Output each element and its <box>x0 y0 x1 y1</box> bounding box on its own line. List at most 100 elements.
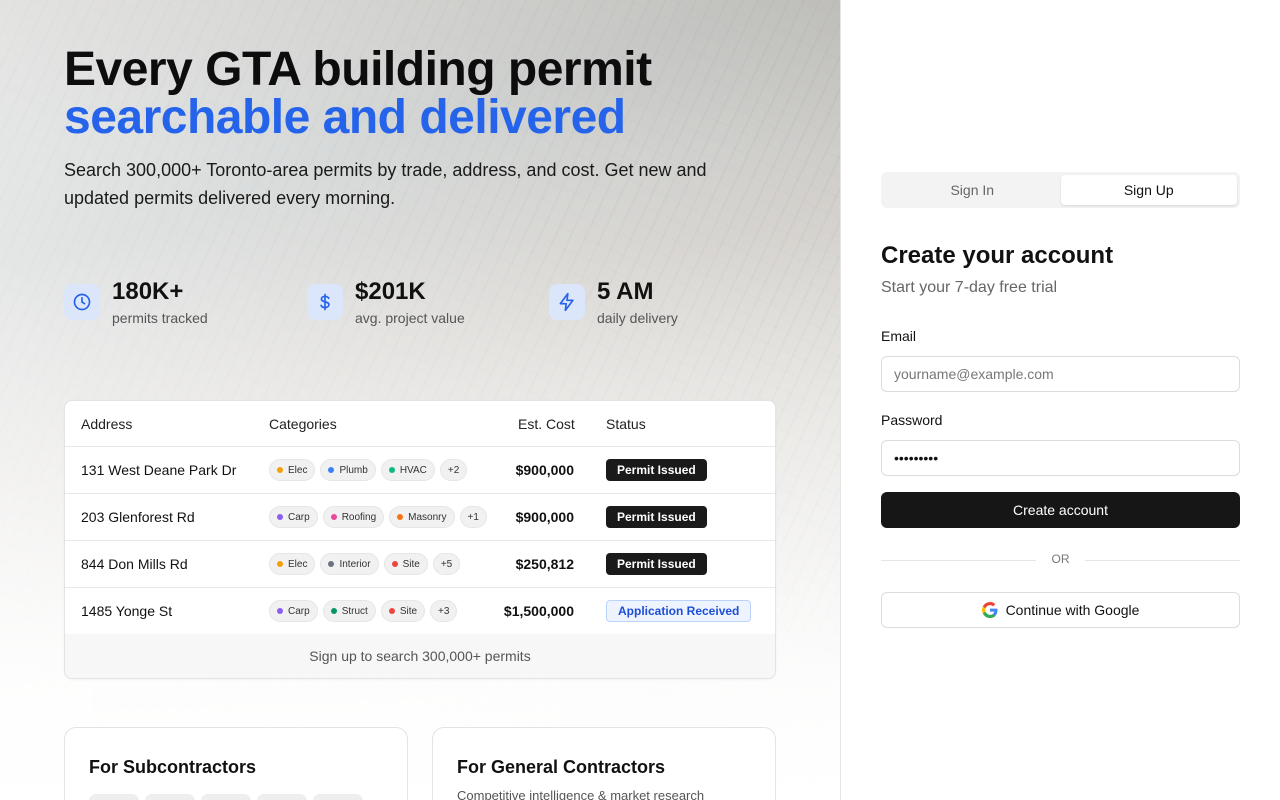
category-dot <box>277 514 283 520</box>
password-field[interactable] <box>881 440 1240 476</box>
category-label: HVAC <box>399 464 427 476</box>
stat-label: permits tracked <box>112 310 208 326</box>
category-dot <box>330 608 337 614</box>
google-icon <box>981 602 998 618</box>
tab-sign-in[interactable]: Sign In <box>884 175 1061 205</box>
hero-panel: Every GTA building permit searchable and… <box>0 0 840 800</box>
or-label: OR <box>1051 552 1070 566</box>
email-label: Email <box>881 328 917 344</box>
more-categories-chip: +2 <box>439 459 468 481</box>
category-label: Site <box>402 558 420 570</box>
password-label: Password <box>881 412 943 428</box>
category-dot <box>328 467 335 473</box>
feature-pills <box>89 794 363 800</box>
row-address: 844 Don Mills Rd <box>81 556 188 572</box>
auth-panel: Sign In Sign Up Create your account Star… <box>841 0 1280 800</box>
hero-subtitle: Search 300,000+ Toronto-area permits by … <box>64 160 707 208</box>
table-header: Address Categories Est. Cost Status <box>65 401 775 447</box>
auth-tabs: Sign In Sign Up <box>881 172 1240 208</box>
more-categories-chip: +1 <box>459 506 487 528</box>
category-chip: Plumb <box>320 459 376 481</box>
category-dot <box>277 467 283 473</box>
category-chip: Carp <box>269 600 318 622</box>
feature-title: For Subcontractors <box>89 757 257 777</box>
status-badge: Application Received <box>606 600 752 622</box>
stat-label: avg. project value <box>355 310 465 326</box>
row-cost: $900,000 <box>515 509 574 525</box>
category-dot <box>277 608 283 614</box>
dollar-icon <box>307 284 343 320</box>
category-dot <box>328 561 335 567</box>
category-chip: Roofing <box>322 506 385 528</box>
table-row[interactable]: 844 Don Mills Rd Elec Interior Site +5 $250,8… <box>65 541 775 588</box>
category-label: Elec <box>288 558 308 570</box>
status-badge: Permit Issued <box>606 553 707 575</box>
feature-description: Competitive intelligence & market resear… <box>457 788 705 800</box>
row-address: 203 Glenforest Rd <box>81 509 195 525</box>
google-button-label: Continue with Google <box>1005 602 1140 618</box>
category-label: Site <box>399 605 418 617</box>
category-label: Roofing <box>341 511 377 523</box>
col-status: Status <box>606 416 646 432</box>
row-categories: Carp Roofing Masonry +1 <box>269 506 487 528</box>
email-field[interactable] <box>881 356 1240 392</box>
category-label: Carp <box>288 511 310 523</box>
category-label: Plumb <box>339 464 368 476</box>
category-chip: Site <box>380 600 426 622</box>
create-account-button[interactable]: Create account <box>881 492 1240 528</box>
category-chip: Masonry <box>389 506 455 528</box>
category-label: Carp <box>288 605 310 617</box>
col-cost: Est. Cost <box>518 416 575 432</box>
col-address: Address <box>81 416 133 432</box>
feature-title: For General Contractors <box>457 757 666 777</box>
stat-label: daily delivery <box>597 310 678 326</box>
category-dot <box>388 467 395 473</box>
category-dot <box>397 514 404 520</box>
category-chip: Elec <box>269 459 316 481</box>
stat-value: $201K <box>355 278 426 305</box>
category-chip: Carp <box>269 506 318 528</box>
category-dot <box>330 514 337 520</box>
row-categories: Elec Plumb HVAC +2 <box>269 459 468 481</box>
status-badge: Permit Issued <box>606 506 707 528</box>
category-label: Masonry <box>408 511 447 523</box>
google-signin-button[interactable]: Continue with Google <box>881 592 1240 628</box>
or-divider: OR <box>881 552 1240 568</box>
category-chip: Struct <box>322 600 376 622</box>
row-cost: $900,000 <box>515 462 574 478</box>
feature-card-general-contractors: For General Contractors Competitive inte… <box>432 727 776 800</box>
auth-title: Create your account <box>881 242 1114 269</box>
row-cost: $250,812 <box>515 556 574 572</box>
table-row[interactable]: 1485 Yonge St Carp Struct Site +3 $1,500,000 A… <box>65 588 775 635</box>
category-dot <box>277 561 283 567</box>
category-label: Interior <box>339 558 371 570</box>
category-chip: Elec <box>269 553 316 575</box>
col-categories: Categories <box>269 416 337 432</box>
table-row[interactable]: 203 Glenforest Rd Carp Roofing Masonry +1 $90… <box>65 494 775 541</box>
hero-title-line1: Every GTA building permit <box>64 43 652 96</box>
category-label: Elec <box>288 464 308 476</box>
more-categories-chip: +3 <box>430 600 458 622</box>
row-address: 131 West Deane Park Dr <box>81 462 237 478</box>
stat-value: 180K+ <box>112 278 184 305</box>
clock-icon <box>64 284 100 320</box>
permits-table: Address Categories Est. Cost Status 131 … <box>64 400 776 679</box>
lightning-icon <box>549 284 585 320</box>
row-address: 1485 Yonge St <box>81 603 173 619</box>
more-categories-chip: +5 <box>432 553 461 575</box>
tab-sign-up[interactable]: Sign Up <box>1060 175 1237 205</box>
table-footer-cta[interactable]: Sign up to search 300,000+ permits <box>65 634 775 678</box>
stat-value: 5 AM <box>597 278 654 305</box>
hero-title: Every GTA building permit searchable and… <box>64 46 652 142</box>
stats-row: 180K+ permits tracked $201K avg. project… <box>64 278 784 334</box>
row-cost: $1,500,000 <box>503 603 574 619</box>
hero-title-line2: searchable and delivered <box>64 91 626 144</box>
category-chip: Interior <box>320 553 379 575</box>
status-badge: Permit Issued <box>606 459 707 481</box>
row-categories: Carp Struct Site +3 <box>269 600 458 622</box>
category-dot <box>391 561 398 567</box>
category-label: Struct <box>341 605 368 617</box>
row-categories: Elec Interior Site +5 <box>269 553 461 575</box>
category-chip: Site <box>383 553 428 575</box>
table-row[interactable]: 131 West Deane Park Dr Elec Plumb HVAC +2 $90… <box>65 447 775 494</box>
